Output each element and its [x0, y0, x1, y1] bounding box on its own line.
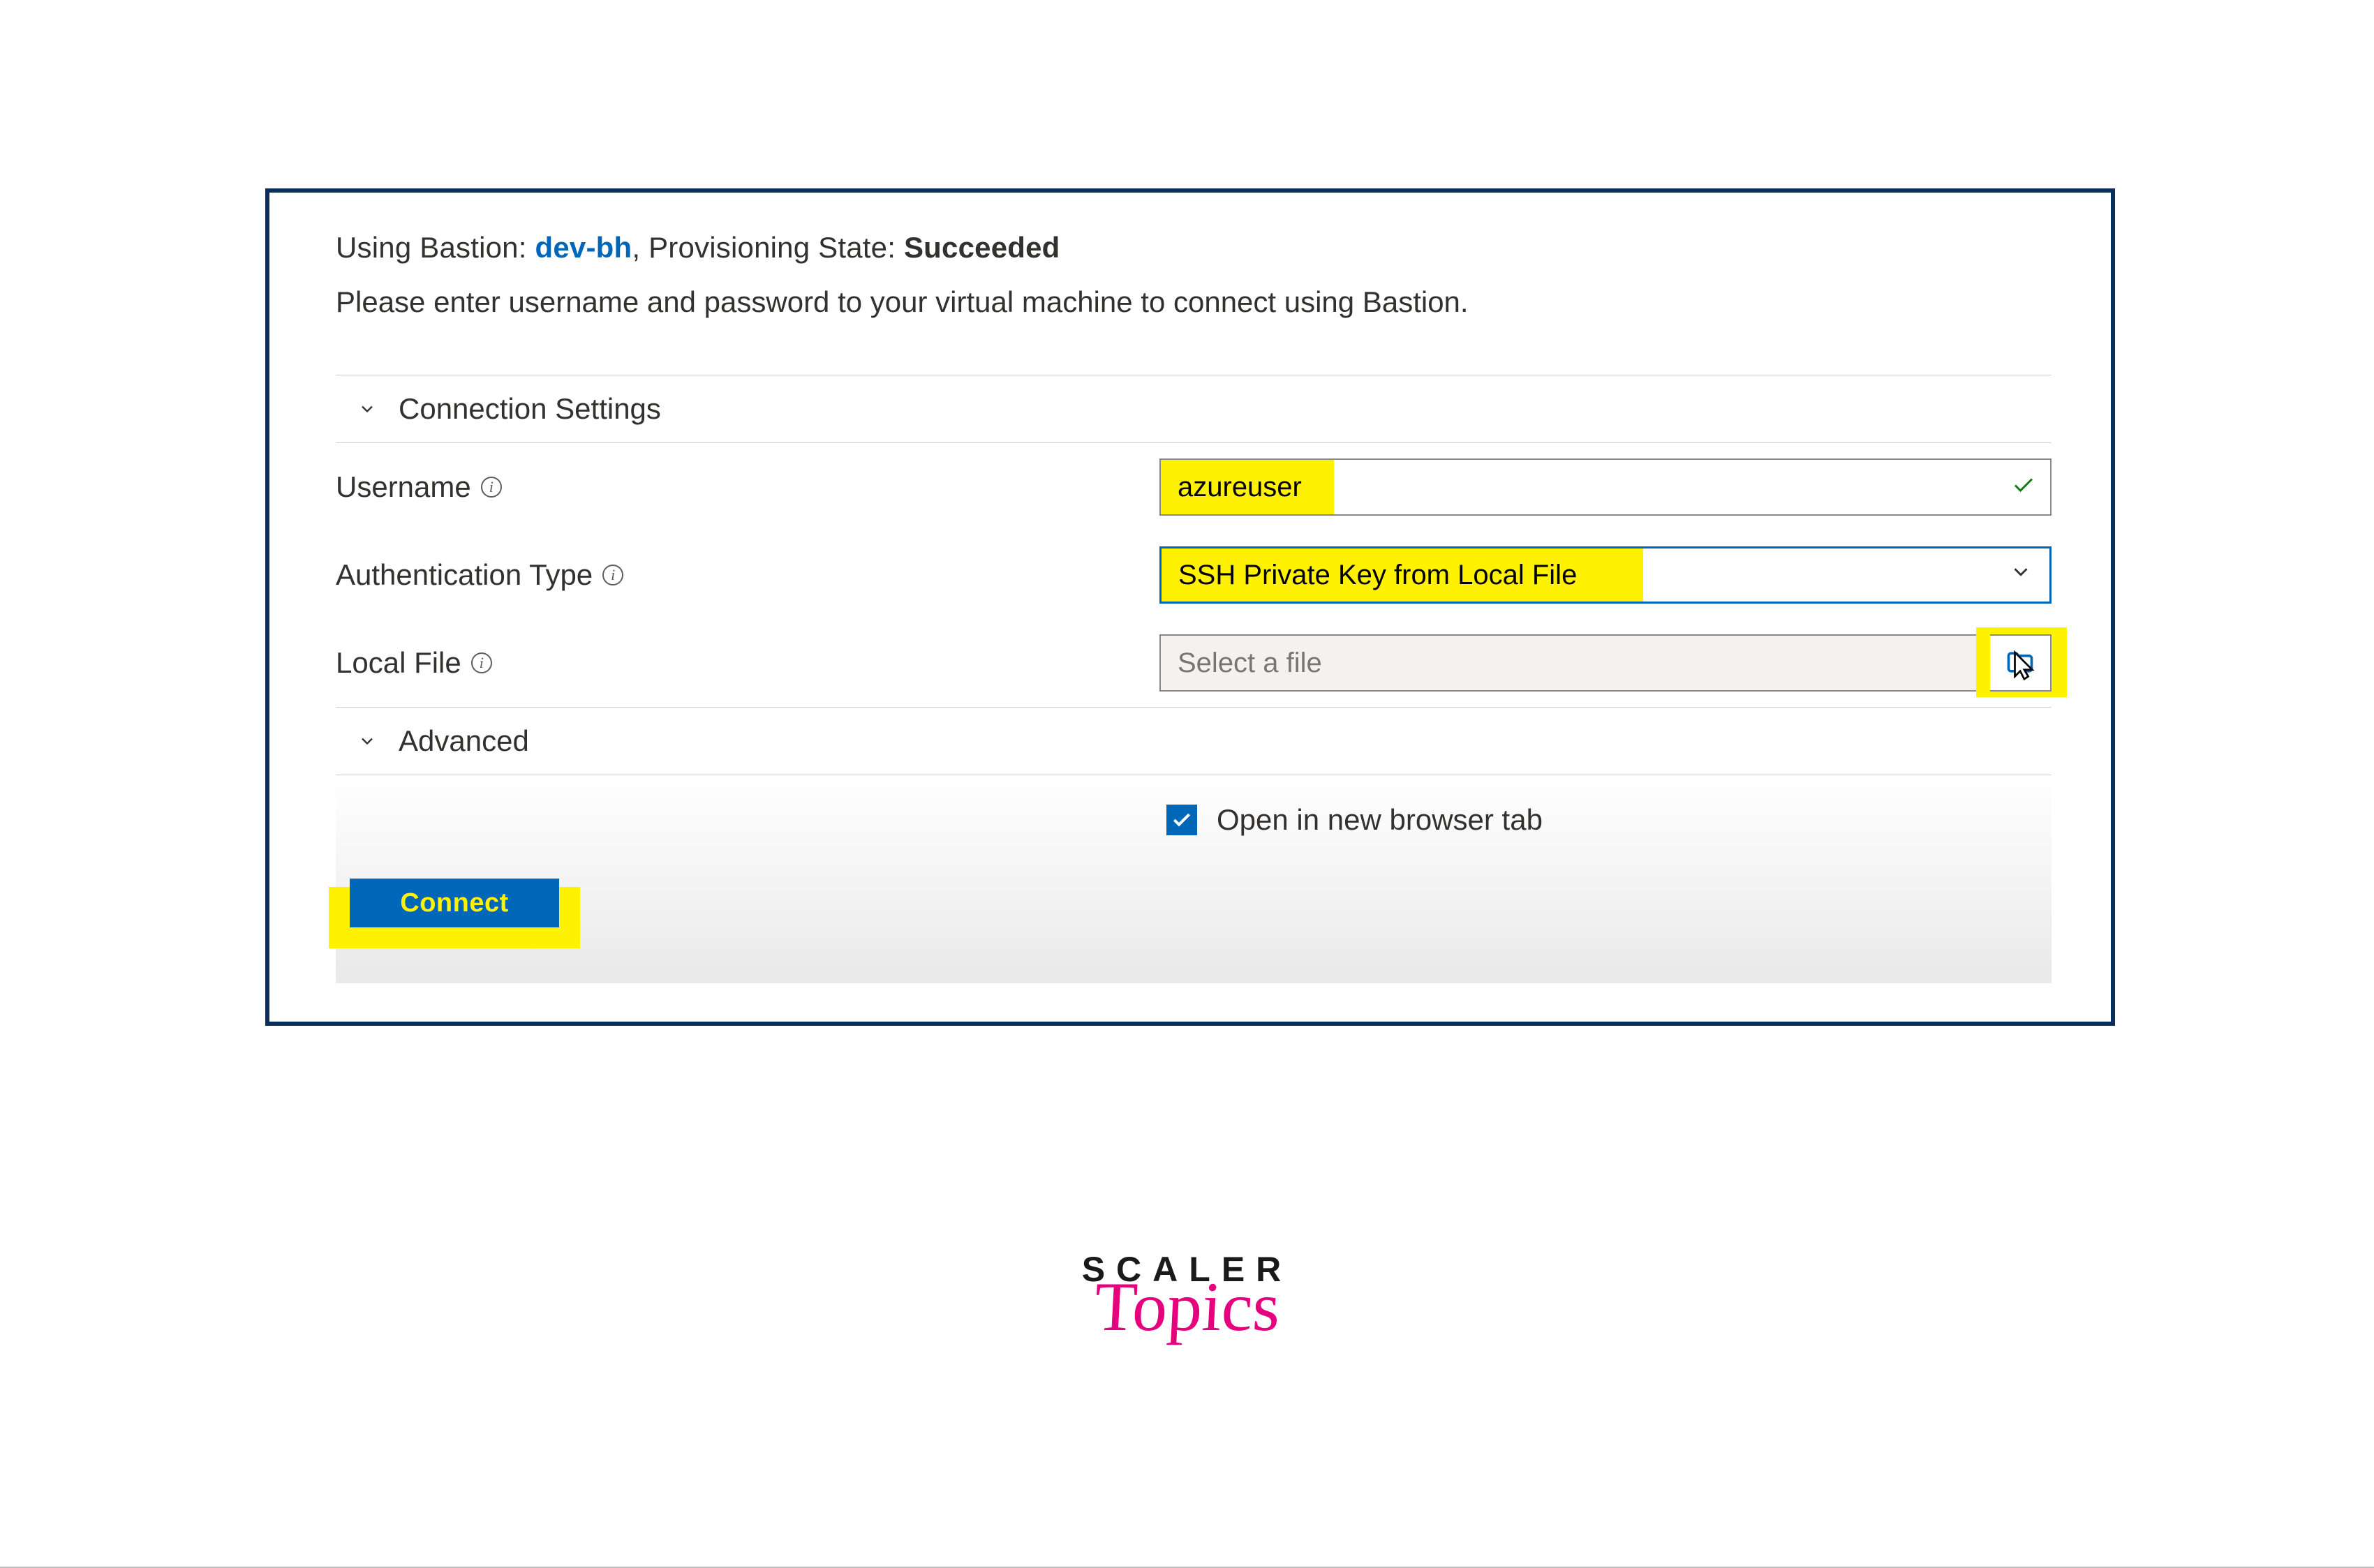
username-label: Username — [336, 470, 471, 504]
local-file-row: Local File i Select a file — [336, 619, 2052, 707]
brand-logo: SCALER Topics — [1082, 1249, 1293, 1338]
footer-zone: Open in new browser tab Connect — [336, 775, 2052, 983]
file-label-wrap: Local File i — [336, 646, 1159, 680]
instruction-text: Please enter username and password to yo… — [336, 285, 2052, 319]
username-label-wrap: Username i — [336, 470, 1159, 504]
advanced-label: Advanced — [399, 724, 529, 758]
new-tab-row: Open in new browser tab — [1166, 803, 2052, 837]
page-stage: Using Bastion: dev-bh, Provisioning Stat… — [0, 0, 2374, 1568]
auth-type-label: Authentication Type — [336, 558, 593, 592]
advanced-header[interactable]: Advanced — [336, 708, 2052, 775]
connection-settings-header[interactable]: Connection Settings — [336, 375, 2052, 442]
chevron-down-icon — [357, 731, 378, 752]
chevron-down-icon — [357, 398, 378, 419]
auth-label-wrap: Authentication Type i — [336, 558, 1159, 592]
file-path-display[interactable]: Select a file — [1159, 634, 1990, 692]
username-row: Username i — [336, 443, 2052, 531]
auth-type-select[interactable]: SSH Private Key from Local File — [1159, 546, 2052, 604]
connect-label: Connect — [400, 888, 509, 918]
chevron-down-icon — [2009, 560, 2033, 591]
connect-area: Connect — [350, 879, 2052, 941]
info-icon[interactable]: i — [602, 565, 623, 585]
bastion-status-line: Using Bastion: dev-bh, Provisioning Stat… — [336, 231, 2052, 264]
bastion-name: dev-bh — [535, 231, 632, 264]
bastion-mid: , Provisioning State: — [632, 231, 904, 264]
auth-type-row: Authentication Type i SSH Private Key fr… — [336, 531, 2052, 619]
local-file-label: Local File — [336, 646, 461, 680]
file-placeholder: Select a file — [1178, 648, 1322, 679]
bastion-prefix: Using Bastion: — [336, 231, 535, 264]
folder-icon — [2005, 647, 2035, 680]
info-icon[interactable]: i — [471, 652, 492, 673]
panel-inner: Using Bastion: dev-bh, Provisioning Stat… — [269, 193, 2111, 1022]
browse-file-button[interactable] — [1990, 634, 2052, 692]
auth-field-wrap: SSH Private Key from Local File — [1159, 546, 2052, 604]
provisioning-state: Succeeded — [904, 231, 1060, 264]
new-tab-label: Open in new browser tab — [1217, 803, 1543, 837]
connection-settings-label: Connection Settings — [399, 392, 661, 426]
info-icon[interactable]: i — [481, 477, 502, 498]
file-field-wrap: Select a file — [1159, 634, 2052, 692]
connect-button[interactable]: Connect — [350, 879, 559, 927]
bastion-connect-panel: Using Bastion: dev-bh, Provisioning Stat… — [265, 188, 2115, 1026]
new-tab-checkbox[interactable] — [1166, 805, 1197, 835]
username-field-wrap — [1159, 458, 2052, 516]
username-input[interactable] — [1159, 458, 2052, 516]
auth-type-value: SSH Private Key from Local File — [1178, 560, 1577, 591]
brand-bottom: Topics — [1080, 1276, 1293, 1338]
